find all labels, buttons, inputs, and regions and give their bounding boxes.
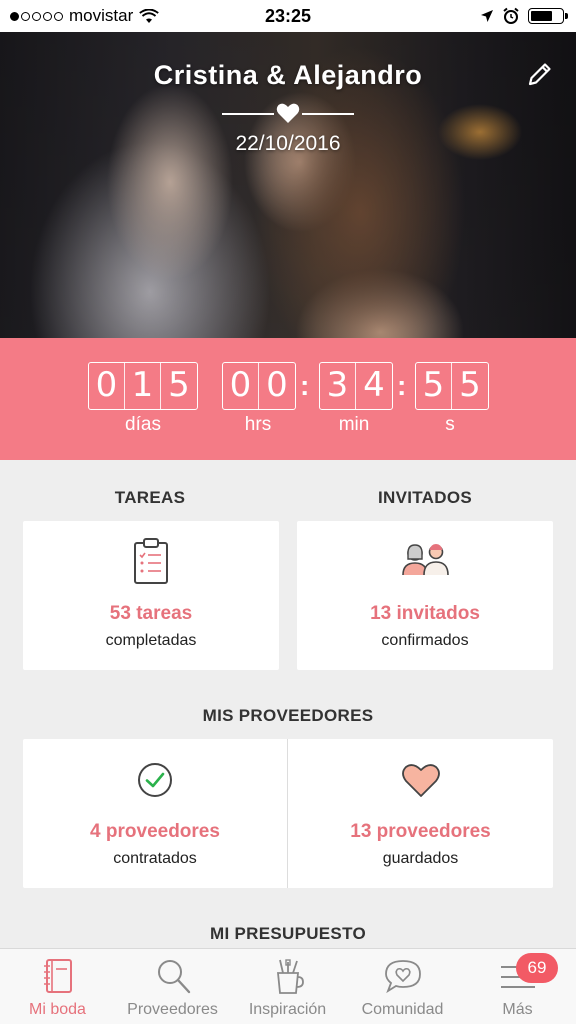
couple-guests-icon <box>402 544 449 576</box>
tab-label: Proveedores <box>127 1001 218 1018</box>
location-arrow-icon <box>481 10 493 22</box>
tab-mas[interactable]: 69 Más <box>460 949 575 1024</box>
guests-card[interactable]: 13 invitados confirmados <box>297 521 553 670</box>
status-bar: movistar 23:25 <box>0 0 576 32</box>
edit-pencil-icon[interactable] <box>526 60 554 88</box>
countdown-minutes: 3 4 <box>319 362 393 410</box>
countdown-days: 0 1 5 <box>88 362 198 410</box>
tab-inspiracion[interactable]: Inspiración <box>230 949 345 1024</box>
countdown-seconds: 5 5 <box>415 362 489 410</box>
heart-icon <box>401 764 440 797</box>
tasks-count: 53 tareas <box>109 603 193 624</box>
tab-label: Comunidad <box>361 1001 444 1018</box>
saved-providers-count: 13 proveedores <box>350 821 491 842</box>
clipboard-checklist-icon <box>134 538 168 584</box>
minutes-label: min <box>338 414 370 435</box>
status-left: movistar <box>10 6 160 26</box>
hours-label: hrs <box>244 414 272 435</box>
check-circle-icon <box>138 763 172 797</box>
wedding-countdown: 0 1 5 0 0 : 3 4 : 5 5 días hrs min s <box>0 338 576 460</box>
bottom-tab-bar: Mi boda Proveedores Inspiración Comunida… <box>0 948 576 1024</box>
notification-badge: 69 <box>516 953 558 983</box>
saved-providers-subtitle: guardados <box>382 850 459 867</box>
battery-icon <box>528 8 568 24</box>
seconds-label: s <box>445 414 455 435</box>
status-time: 23:25 <box>264 5 312 26</box>
hired-providers-count: 4 proveedores <box>90 821 220 842</box>
brushes-icon <box>276 959 304 994</box>
hired-providers-subtitle: contratados <box>113 850 197 867</box>
chat-heart-icon <box>384 960 421 994</box>
tab-mi-boda[interactable]: Mi boda <box>0 949 115 1024</box>
hired-providers-tile[interactable]: 4 proveedores contratados <box>23 739 287 888</box>
saved-providers-tile[interactable]: 13 proveedores guardados <box>288 739 553 888</box>
tasks-section-title: TAREAS <box>114 488 186 507</box>
providers-section-title: MIS PROVEEDORES <box>202 706 374 725</box>
search-icon <box>157 960 190 994</box>
alarm-icon <box>503 7 519 24</box>
wedding-date: 22/10/2016 <box>235 132 341 155</box>
heart-divider <box>222 103 354 123</box>
colon-separator: : <box>397 370 407 401</box>
tab-label: Más <box>502 1001 533 1018</box>
days-label: días <box>125 414 161 435</box>
couple-names: Cristina & Alejandro <box>153 60 423 90</box>
notebook-icon <box>43 959 72 993</box>
tasks-card[interactable]: 53 tareas completadas <box>23 521 279 670</box>
budget-section-title: MI PRESUPUESTO <box>210 924 366 943</box>
tasks-subtitle: completadas <box>105 632 197 649</box>
heart-icon <box>276 103 300 123</box>
colon-separator: : <box>300 370 310 401</box>
carrier-name: movistar <box>69 6 134 25</box>
cover-photo: Cristina & Alejandro 22/10/2016 <box>0 32 576 338</box>
tab-comunidad[interactable]: Comunidad <box>345 949 460 1024</box>
tab-proveedores[interactable]: Proveedores <box>115 949 230 1024</box>
guests-count: 13 invitados <box>370 603 480 624</box>
wifi-icon <box>139 8 160 23</box>
tab-label: Inspiración <box>248 1001 327 1018</box>
status-right <box>480 7 568 25</box>
signal-strength-icon <box>10 11 63 21</box>
guests-section-title: INVITADOS <box>377 488 472 507</box>
tab-label: Mi boda <box>29 1001 86 1018</box>
countdown-hours: 0 0 <box>222 362 296 410</box>
guests-subtitle: confirmados <box>381 632 469 649</box>
